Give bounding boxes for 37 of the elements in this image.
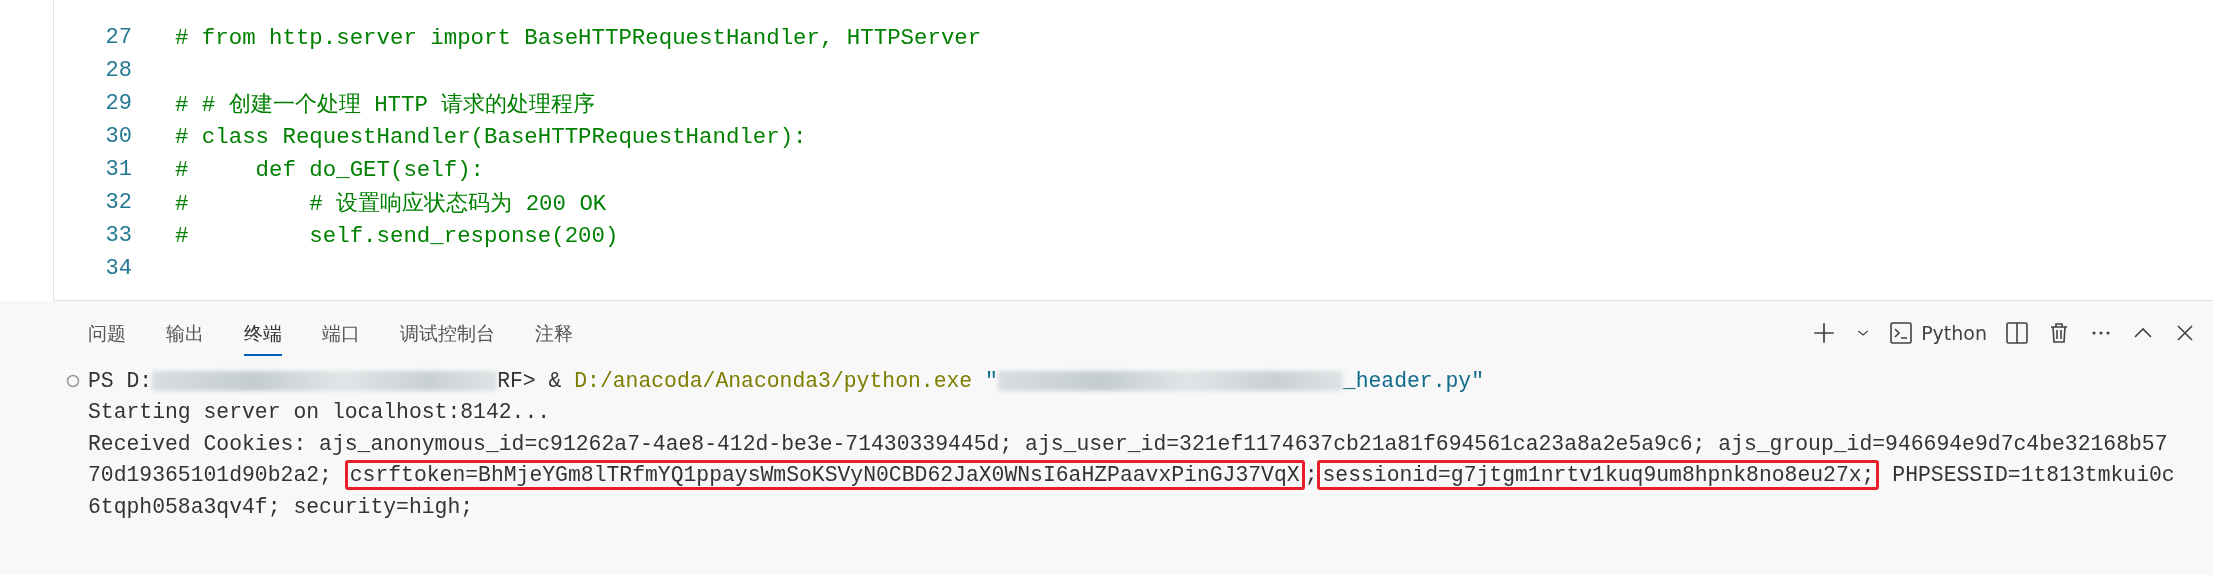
code-line: # self.send_response(200) [175,222,619,249]
terminal-text: D:/anacoda/Anaconda3/python.exe [574,368,973,393]
terminal-text: PS D: [88,368,153,393]
code-line: # from http.server import BaseHTTPRequestHandler, HTTPServer [175,24,982,51]
terminal-text: _header.py" [1342,368,1485,393]
terminal-icon [1889,321,1914,345]
code-line: # # 创建一个处理 HTTP 请求的处理程序 [175,91,596,119]
line-number: 28 [104,58,132,83]
circle-icon [66,373,80,388]
terminal-text: Received Cookies: ajs_anonymous_id=c91262a7-4ae8-412d-be3e-71430339445d; ajs_user_id=321ef1174637cb21a81f694561ca23a8a2e5a9c6; ajs_group_id=946694e9d7c4be32168b57 [88,431,2168,456]
terminal-text: Starting server on localhost:8142... [88,400,551,425]
line-number: 34 [104,256,132,281]
panel-tab[interactable]: 端口 [322,314,360,356]
terminal-profile-button[interactable]: Python [1887,319,1989,347]
panel-tab[interactable]: 问题 [88,314,126,356]
line-number: 30 [104,124,132,149]
code-line: # def do_GET(self): [175,156,485,183]
panel-tab[interactable]: 调试控制台 [400,314,495,356]
terminal-text: PHPSESSID=1t813tmkui0c [1891,463,2175,488]
terminal-text: RF> & [497,368,563,393]
panel-tab[interactable]: 终端 [244,314,282,356]
terminal-text: 6tqph058a3qv4f; security=high; [88,494,474,519]
split-icon[interactable] [2003,319,2031,347]
line-number: 33 [104,223,132,248]
line-number: 27 [104,25,132,50]
line-number: 32 [104,190,132,215]
terminal-text: " [984,368,998,393]
terminal-text: 70d19365101d90b2a2; [88,463,333,488]
panel-tab[interactable]: 输出 [166,314,204,356]
line-number: 31 [104,157,132,182]
terminal-text: ; [1304,463,1318,488]
highlighted-text: csrftoken=BhMjeYGm8lTRfmYQ1ppaysWmSoKSVyN0CBD62JaX0WNsI6aHZPaavxPinGJ37VqX [344,460,1305,491]
line-number: 29 [104,91,132,116]
code-line: # class RequestHandler(BaseHTTPRequestHandler): [175,123,807,150]
panel-tab[interactable]: 注释 [535,314,573,356]
code-line: # # 设置响应状态码为 200 OK [175,190,607,218]
highlighted-text: sessionid=g7jtgm1nrtv1kuq9um8hpnk8no8eu27x; [1317,460,1880,491]
